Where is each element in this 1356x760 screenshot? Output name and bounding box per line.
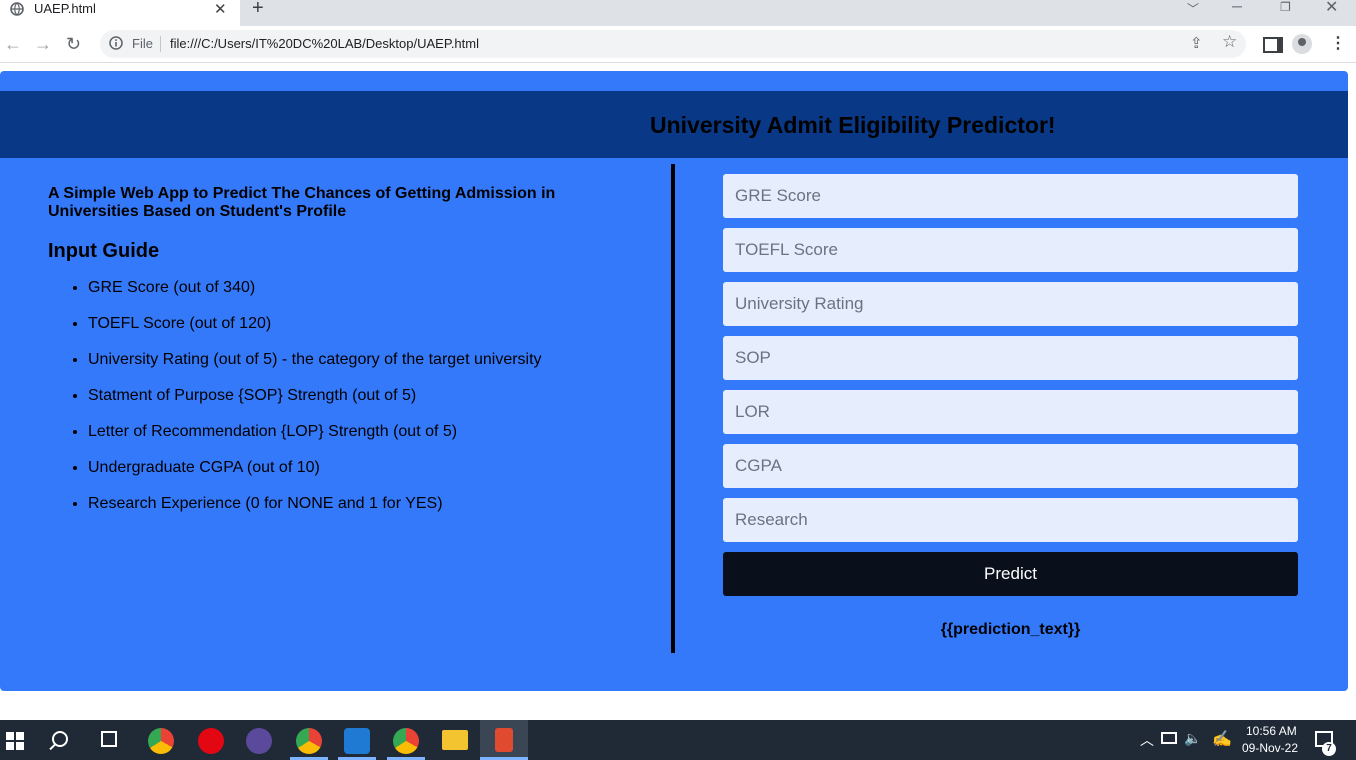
gre-score-input[interactable] <box>723 174 1298 218</box>
tab-title: UAEP.html <box>34 1 96 16</box>
vscode-icon[interactable] <box>344 728 370 754</box>
volume-icon[interactable]: 🔈 <box>1184 730 1201 747</box>
lor-input[interactable] <box>723 390 1298 434</box>
clock-date[interactable]: 09-Nov-22 <box>1242 741 1298 755</box>
guide-item: Statment of Purpose {SOP} Strength (out … <box>88 387 542 423</box>
globe-icon <box>10 2 24 16</box>
page-title: University Admit Eligibility Predictor! <box>650 112 1056 138</box>
tab-search-icon[interactable]: ﹀ <box>1187 0 1199 17</box>
eclipse-icon[interactable] <box>246 728 272 754</box>
reload-icon[interactable]: ↻ <box>66 34 81 55</box>
back-arrow-icon[interactable]: ← <box>4 34 22 55</box>
minimize-icon[interactable]: ─ <box>1232 0 1242 14</box>
predict-button[interactable]: Predict <box>723 552 1298 596</box>
guide-item: GRE Score (out of 340) <box>88 279 542 315</box>
guide-item: Undergraduate CGPA (out of 10) <box>88 459 542 495</box>
prediction-text: {{prediction_text}} <box>940 621 1081 638</box>
opera-icon[interactable] <box>198 728 224 754</box>
close-icon[interactable]: ✕ <box>214 0 227 18</box>
input-guide-list: GRE Score (out of 340) TOEFL Score (out … <box>48 279 542 531</box>
address-separator <box>160 36 161 52</box>
star-icon[interactable]: ☆ <box>1222 32 1237 52</box>
cgpa-input[interactable] <box>723 444 1298 488</box>
input-guide-title: Input Guide <box>48 240 160 262</box>
app-icon <box>495 728 513 752</box>
intro-text: A Simple Web App to Predict The Chances … <box>48 185 556 220</box>
guide-item: Letter of Recommendation {LOP} Strength … <box>88 423 542 459</box>
notification-badge: 7 <box>1322 742 1336 756</box>
chrome-icon[interactable] <box>393 728 419 754</box>
guide-item: University Rating (out of 5) - the categ… <box>88 351 542 387</box>
sop-input[interactable] <box>723 336 1298 380</box>
university-rating-input[interactable] <box>723 282 1298 326</box>
tray-expand-icon[interactable]: ︿ <box>1140 730 1154 750</box>
clock-time[interactable]: 10:56 AM <box>1246 724 1297 738</box>
restore-icon[interactable]: ❐ <box>1280 0 1291 14</box>
chrome-icon[interactable] <box>148 728 174 754</box>
search-icon[interactable] <box>52 731 68 747</box>
toefl-score-input[interactable] <box>723 228 1298 272</box>
network-icon[interactable] <box>1161 732 1177 744</box>
research-input[interactable] <box>723 498 1298 542</box>
info-icon[interactable] <box>109 36 123 50</box>
profile-icon[interactable] <box>1292 34 1312 54</box>
guide-item: TOEFL Score (out of 120) <box>88 315 542 351</box>
vertical-divider <box>671 164 675 653</box>
windows-start-icon[interactable] <box>6 732 24 750</box>
protocol-label: File <box>132 36 153 51</box>
file-explorer-icon[interactable] <box>442 730 468 750</box>
chrome-profile-icon[interactable] <box>296 728 322 754</box>
url-text[interactable]: file:///C:/Users/IT%20DC%20LAB/Desktop/U… <box>170 36 479 51</box>
side-panel-icon[interactable] <box>1263 37 1283 53</box>
window-close-icon[interactable]: ✕ <box>1325 0 1338 17</box>
task-view-icon[interactable] <box>101 731 117 747</box>
forward-arrow-icon[interactable]: → <box>34 34 52 55</box>
guide-item: Research Experience (0 for NONE and 1 fo… <box>88 495 542 531</box>
kebab-menu-icon[interactable]: ⋮ <box>1330 33 1346 53</box>
share-icon[interactable]: ⇪ <box>1190 34 1203 52</box>
new-tab-button[interactable]: + <box>252 0 264 20</box>
pen-icon[interactable]: ✍ <box>1212 729 1232 749</box>
